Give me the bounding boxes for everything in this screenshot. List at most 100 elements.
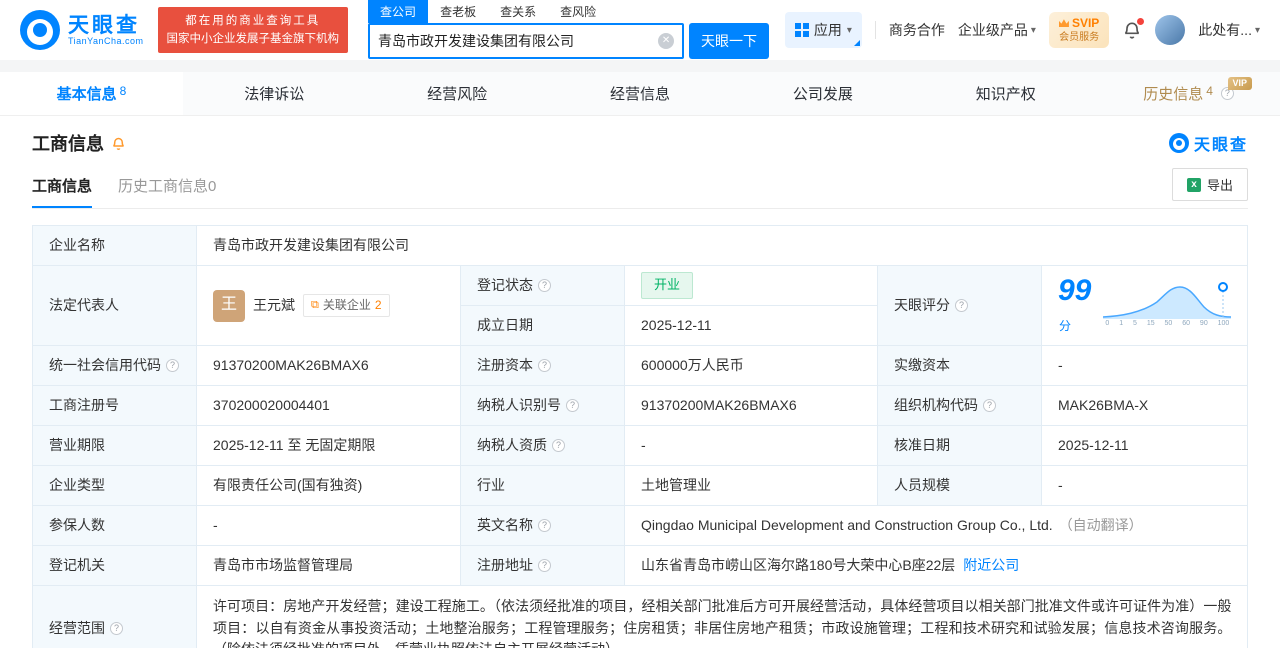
tab-intellectual-property[interactable]: 知识产权 — [914, 72, 1097, 115]
value-text: - — [641, 436, 646, 453]
related-count: 2 — [374, 298, 382, 313]
score-pin-icon — [1218, 282, 1229, 293]
logo-text: 天眼查 TianYanCha.com — [68, 14, 144, 47]
label-text: 行业 — [477, 476, 505, 493]
apps-menu[interactable]: 应用 — [784, 12, 862, 48]
subtab-history-business-info[interactable]: 历史工商信息0 — [118, 175, 216, 208]
help-icon[interactable] — [538, 519, 551, 532]
search-input[interactable] — [378, 32, 659, 49]
label-text: 纳税人资质 — [477, 436, 547, 453]
value-text: - — [1058, 356, 1063, 373]
search-tab-risk[interactable]: 查风险 — [548, 0, 608, 23]
svip-label: SVIP — [1071, 16, 1100, 31]
notification-bell-icon[interactable] — [1122, 18, 1145, 40]
svip-membership-button[interactable]: SVIP 会员服务 — [1048, 12, 1110, 48]
value-text: 土地管理业 — [641, 476, 711, 493]
tab-history-info[interactable]: VIP 历史信息 4 — [1097, 72, 1280, 115]
search-tab-boss[interactable]: 查老板 — [428, 0, 488, 23]
legal-rep-name[interactable]: 王元斌 — [253, 295, 295, 317]
menu-cooperation[interactable]: 商务合作 — [889, 20, 945, 40]
help-icon[interactable] — [566, 399, 579, 412]
label-text: 统一社会信用代码 — [49, 356, 161, 373]
paid-capital-value: - — [1042, 346, 1248, 385]
subtab-business-info[interactable]: 工商信息 — [32, 175, 93, 208]
tab-basic-info[interactable]: 基本信息 8 — [0, 72, 183, 115]
reg-status-value: 开业 — [625, 266, 877, 305]
tab-label: 经营信息 — [610, 86, 671, 103]
value-text: - — [1058, 476, 1063, 493]
label-text: 登记机关 — [49, 556, 105, 573]
value-text: 91370200MAK26BMAX6 — [213, 356, 369, 373]
nearby-companies-link[interactable]: 附近公司 — [963, 555, 1019, 577]
clear-search-icon[interactable] — [658, 32, 675, 49]
notification-red-dot — [1137, 18, 1145, 25]
export-button[interactable]: 导出 — [1171, 168, 1248, 201]
value-text: 青岛市政开发建设集团有限公司 — [213, 236, 409, 253]
insured-count-value: - — [197, 506, 460, 545]
label-text: 组织机构代码 — [894, 396, 978, 413]
score-chart: 0 1 5 15 50 60 90 100 — [1103, 281, 1232, 330]
status-badge: 开业 — [641, 272, 694, 299]
tab-operation-risk[interactable]: 经营风险 — [366, 72, 549, 115]
field-label: 英文名称 — [461, 506, 624, 545]
help-icon[interactable] — [538, 279, 551, 292]
cooperation-label: 商务合作 — [888, 22, 945, 38]
search-tab-relation[interactable]: 查关系 — [488, 0, 548, 23]
top-header: 天眼查 TianYanCha.com 都在用的商业查询工具 国家中小企业发展子基… — [0, 0, 1280, 60]
label-text: 登记状态 — [477, 276, 533, 293]
chevron-down-icon — [847, 25, 852, 36]
value-text: 91370200MAK26BMAX6 — [641, 396, 797, 413]
help-icon[interactable] — [166, 359, 179, 372]
help-icon[interactable] — [538, 359, 551, 372]
field-label: 纳税人资质 — [461, 426, 624, 465]
user-avatar[interactable] — [1155, 15, 1186, 45]
establish-date-value: 2025-12-11 — [625, 306, 877, 345]
company-nav-tabs: 基本信息 8 法律诉讼 经营风险 经营信息 公司发展 知识产权 VIP 历史信息… — [0, 72, 1280, 116]
search-tab-company[interactable]: 查公司 — [368, 0, 429, 23]
help-icon[interactable] — [110, 622, 123, 636]
search-button[interactable]: 天眼一下 — [689, 22, 770, 59]
field-label: 企业名称 — [33, 226, 196, 265]
slogan-line2: 国家中小企业发展子基金旗下机构 — [166, 33, 340, 45]
enterprise-label: 企业级产品 — [957, 22, 1028, 38]
help-icon[interactable] — [552, 439, 565, 452]
user-menu[interactable]: 此处有... — [1198, 20, 1260, 40]
taxpayer-id-value: 91370200MAK26BMAX6 — [625, 386, 877, 425]
score-unit: 分 — [1059, 318, 1072, 333]
subscribe-bell-icon[interactable] — [111, 136, 126, 151]
subtabs: 工商信息 历史工商信息0 — [32, 175, 216, 208]
english-name-value: Qingdao Municipal Development and Constr… — [625, 506, 1248, 545]
company-name-value: 青岛市政开发建设集团有限公司 — [197, 226, 1248, 265]
brand-name: 天眼查 — [68, 13, 140, 37]
field-label: 注册资本 — [461, 346, 624, 385]
field-label: 实缴资本 — [878, 346, 1041, 385]
tianyancha-logo[interactable]: 天眼查 TianYanCha.com — [20, 10, 144, 50]
help-icon[interactable] — [983, 399, 996, 412]
business-term-value: 2025-12-11 至 无固定期限 — [197, 426, 460, 465]
tab-legal-proceedings[interactable]: 法律诉讼 — [183, 72, 366, 115]
value-text: 370200020004401 — [213, 396, 330, 413]
help-icon[interactable] — [538, 559, 551, 572]
industry-value: 土地管理业 — [625, 466, 877, 505]
label-text: 企业类型 — [49, 476, 105, 493]
tab-company-development[interactable]: 公司发展 — [731, 72, 914, 115]
approve-date-value: 2025-12-11 — [1042, 426, 1248, 465]
label-text: 英文名称 — [477, 516, 533, 533]
tab-operation-info[interactable]: 经营信息 — [549, 72, 732, 115]
business-scope-value: 许可项目：房地产开发经营；建设工程施工。（依法须经批准的项目，经相关部门批准后方… — [197, 586, 1248, 648]
export-label: 导出 — [1206, 178, 1233, 193]
label-text: 注册资本 — [477, 356, 533, 373]
label-text: 经营范围 — [49, 619, 105, 636]
related-companies-tag[interactable]: ⧉ 关联企业 2 — [303, 294, 390, 317]
menu-enterprise-products[interactable]: 企业级产品 — [958, 20, 1036, 40]
related-label: 关联企业 — [322, 298, 371, 313]
value-text: 有限责任公司(国有独资) — [213, 476, 363, 493]
score-chart-svg — [1103, 282, 1232, 320]
company-type-value: 有限责任公司(国有独资) — [197, 466, 460, 505]
tianyan-score-value[interactable]: 99 分 0 1 5 15 50 60 90 100 — [1042, 266, 1248, 345]
field-label: 登记状态 — [461, 266, 624, 305]
legal-rep-avatar[interactable]: 王 — [213, 289, 245, 322]
field-label: 成立日期 — [461, 306, 624, 345]
tab-label: 历史信息 — [1143, 86, 1204, 103]
help-icon[interactable] — [955, 299, 968, 312]
